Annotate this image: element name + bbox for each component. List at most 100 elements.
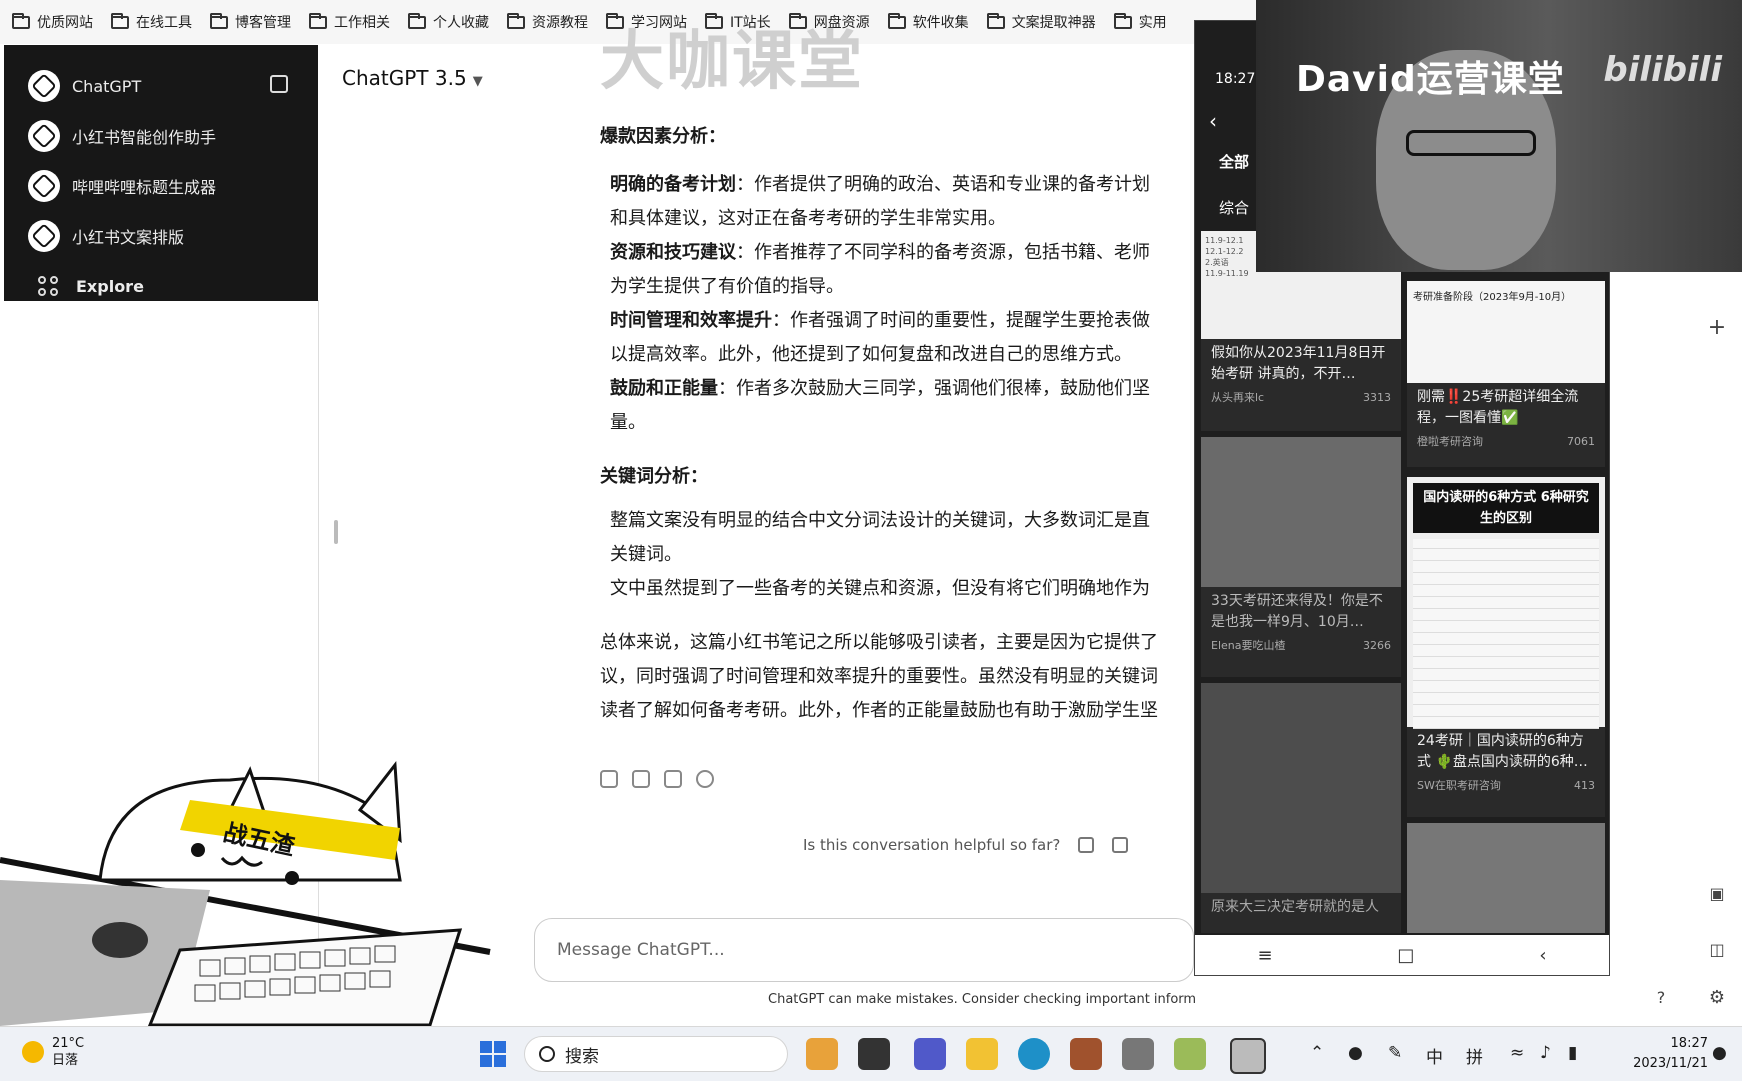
clock[interactable]: 18:27 2023/11/21 bbox=[1598, 1034, 1708, 1074]
app-icon[interactable] bbox=[858, 1038, 890, 1070]
gpt-avatar-icon bbox=[28, 220, 60, 252]
bookmark-item[interactable]: 工作相关 bbox=[309, 12, 390, 32]
sidebar-item-label: 哔哩哔哩标题生成器 bbox=[72, 178, 217, 197]
help-icon[interactable]: ? bbox=[1650, 986, 1672, 1008]
bookmark-label: 文案提取神器 bbox=[1011, 15, 1096, 31]
sidebar-item-label: 小红书智能创作助手 bbox=[72, 128, 217, 147]
message-actions bbox=[600, 770, 714, 788]
app-icon[interactable] bbox=[1070, 1038, 1102, 1070]
app-icon[interactable] bbox=[1174, 1038, 1206, 1070]
list-item-continuation: 量。 bbox=[610, 412, 646, 433]
note-card[interactable]: 原来大三决定考研就的是人 bbox=[1201, 683, 1401, 933]
phone-nav-bar: ≡ □ ‹ bbox=[1195, 935, 1609, 975]
list-item: 1.明确的备考计划：作者提供了明确的政治、英语和专业课的备考计划和具体建议，这对… bbox=[600, 168, 1200, 236]
note-card[interactable]: 考研准备阶段（2023年9月-10月） 刚需‼️25考研超详细全流程，一图看懂✅… bbox=[1407, 281, 1605, 467]
note-likes: 413 bbox=[1574, 779, 1595, 792]
chevron-down-icon: ▼ bbox=[472, 74, 483, 89]
thumbs-up-icon[interactable] bbox=[632, 770, 650, 788]
note-author: 橙啦考研咨询 bbox=[1417, 435, 1483, 448]
gear-icon[interactable]: ⚙ bbox=[1706, 986, 1728, 1008]
bookmark-item[interactable]: 个人收藏 bbox=[408, 12, 489, 32]
folder-icon bbox=[408, 12, 426, 29]
copy-icon[interactable] bbox=[600, 770, 618, 788]
list-item: 文中虽然提到了一些备考的关键点和资源，但没有将它们明确地作为 bbox=[600, 572, 1200, 606]
microphone-icon[interactable]: ✎ bbox=[1388, 1043, 1402, 1063]
phone-link-icon[interactable] bbox=[1230, 1038, 1266, 1074]
file-explorer-icon[interactable] bbox=[966, 1038, 998, 1070]
sidebar-item-xhs-assistant[interactable]: 小红书智能创作助手 bbox=[4, 111, 318, 161]
taskbar-search[interactable]: 搜索 bbox=[524, 1036, 788, 1072]
section-heading: 关键词分析： bbox=[600, 466, 708, 487]
tab-general[interactable]: 综合 bbox=[1219, 197, 1249, 218]
ime-pinyin[interactable]: 拼 bbox=[1466, 1043, 1483, 1068]
bookmark-item[interactable]: 优质网站 bbox=[12, 12, 93, 32]
screenshot-icon[interactable]: ▣ bbox=[1706, 882, 1728, 904]
bookmark-label: 在线工具 bbox=[136, 15, 192, 31]
new-chat-icon[interactable] bbox=[270, 75, 288, 93]
regenerate-icon[interactable] bbox=[696, 770, 714, 788]
list-item-title: 明确的备考计划 bbox=[610, 174, 736, 195]
folder-icon bbox=[111, 12, 129, 29]
bookmark-item[interactable]: 实用 bbox=[1113, 12, 1167, 32]
note-card[interactable] bbox=[1407, 823, 1605, 933]
gpt-avatar-icon bbox=[28, 170, 60, 202]
section-heading: 爆款因素分析： bbox=[600, 126, 726, 147]
folder-icon bbox=[309, 12, 327, 29]
thumbs-up-icon[interactable] bbox=[1078, 837, 1095, 853]
list-item-text: ：作者多次鼓励大三同学，强调他们很棒，鼓励他们坚 bbox=[718, 378, 1150, 399]
bookmark-item[interactable]: 文案提取神器 bbox=[986, 12, 1096, 32]
assistant-message: 爆款因素分析： 1.明确的备考计划：作者提供了明确的政治、英语和专业课的备考计划… bbox=[600, 120, 1200, 728]
bookmark-item[interactable]: 博客管理 bbox=[210, 12, 291, 32]
sidebar-item-label: ChatGPT bbox=[72, 76, 142, 96]
volume-icon[interactable]: ♪ bbox=[1540, 1043, 1551, 1063]
message-input[interactable] bbox=[555, 939, 1159, 961]
app-icon[interactable] bbox=[806, 1038, 838, 1070]
chevron-up-icon[interactable]: ⌃ bbox=[1310, 1043, 1324, 1063]
tab-all[interactable]: 全部 bbox=[1219, 151, 1249, 172]
bookmark-label: 个人收藏 bbox=[433, 15, 489, 31]
panel-icon[interactable]: ◫ bbox=[1706, 938, 1728, 960]
tray-app-icon[interactable]: ● bbox=[1348, 1043, 1363, 1063]
gpt-avatar-icon bbox=[28, 120, 60, 152]
taskbar: 21°C 日落 搜索 ⌃ ● ✎ 中 拼 ≈ ♪ ▮ 18:27 2023/11/… bbox=[0, 1026, 1742, 1081]
sidebar-item-xhs-layout[interactable]: 小红书文案排版 bbox=[4, 211, 318, 261]
disclaimer: ChatGPT can make mistakes. Consider chec… bbox=[768, 992, 1197, 1007]
model-selector[interactable]: ChatGPT 3.5 ▼ bbox=[342, 66, 483, 90]
notification-icon[interactable]: ● bbox=[1712, 1043, 1727, 1063]
note-cover-header: 考研准备阶段（2023年9月-10月） bbox=[1407, 281, 1605, 383]
note-card[interactable]: 国内读研的6种方式 6种研究生的区别 24考研｜国内读研的6种方式 🌵盘点国内读… bbox=[1407, 477, 1605, 817]
start-button[interactable] bbox=[480, 1041, 506, 1067]
note-title: 刚需‼️25考研超详细全流程，一图看懂✅ bbox=[1417, 389, 1579, 426]
edge-icon[interactable] bbox=[1018, 1038, 1050, 1070]
note-title: 33天考研还来得及！你是不是也我一样9月、10月… bbox=[1211, 593, 1383, 630]
teams-icon[interactable] bbox=[914, 1038, 946, 1070]
home-icon[interactable]: □ bbox=[1397, 945, 1414, 966]
list-item: 整篇文案没有明显的结合中文分词法设计的关键词，大多数词汇是直关键词。 bbox=[600, 504, 1200, 572]
bookmark-item[interactable]: 资源教程 bbox=[507, 12, 588, 32]
back-icon[interactable]: ‹ bbox=[1209, 109, 1217, 133]
folder-icon bbox=[210, 12, 228, 29]
sidebar-resize-handle[interactable] bbox=[334, 520, 338, 544]
sidebar-item-explore[interactable]: Explore bbox=[4, 261, 318, 311]
ime-mode[interactable]: 中 bbox=[1426, 1043, 1443, 1068]
list-item: 2.资源和技巧建议：作者推荐了不同学科的备考资源，包括书籍、老师为学生提供了有价… bbox=[600, 236, 1200, 304]
notepad-icon[interactable] bbox=[1122, 1038, 1154, 1070]
list-item-title: 鼓励和正能量 bbox=[610, 378, 718, 399]
menu-icon[interactable]: ≡ bbox=[1257, 945, 1272, 966]
thumbs-down-icon[interactable] bbox=[1112, 837, 1129, 853]
sidebar-item-bilibili-title[interactable]: 哔哩哔哩标题生成器 bbox=[4, 161, 318, 211]
note-cover-title: 国内读研的6种方式 6种研究生的区别 bbox=[1413, 483, 1599, 533]
battery-icon[interactable]: ▮ bbox=[1568, 1043, 1577, 1063]
thumbs-down-icon[interactable] bbox=[664, 770, 682, 788]
note-author: Elena要吃山楂 bbox=[1211, 639, 1286, 652]
note-card[interactable]: 33天考研还来得及！你是不是也我一样9月、10月… Elena要吃山楂 3266 bbox=[1201, 437, 1401, 677]
weather-widget[interactable]: 21°C 日落 bbox=[22, 1035, 84, 1069]
back-icon[interactable]: ‹ bbox=[1539, 945, 1546, 966]
add-icon[interactable]: + bbox=[1706, 315, 1728, 340]
bookmark-item[interactable]: 在线工具 bbox=[111, 12, 192, 32]
bookmark-item[interactable]: 软件收集 bbox=[887, 12, 969, 32]
bilibili-logo: bilibili bbox=[1603, 50, 1722, 90]
list-item-title: 资源和技巧建议 bbox=[610, 242, 736, 263]
model-name: ChatGPT 3.5 bbox=[342, 66, 467, 90]
wifi-icon[interactable]: ≈ bbox=[1510, 1043, 1524, 1063]
